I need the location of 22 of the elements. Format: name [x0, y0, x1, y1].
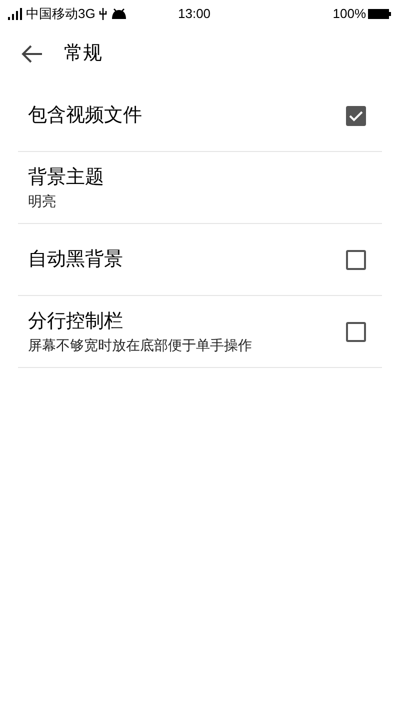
carrier-name: 中国移动3G	[26, 5, 96, 24]
signal-icon	[8, 8, 22, 20]
checkbox[interactable]	[346, 106, 366, 126]
settings-row[interactable]: 背景主题 明亮	[18, 152, 382, 224]
setting-summary: 屏幕不够宽时放在底部便于单手操作	[28, 336, 253, 354]
settings-row[interactable]: 自动黑背景	[18, 224, 382, 296]
setting-title: 包含视频文件	[28, 104, 143, 128]
page-title: 常规	[64, 42, 102, 66]
usb-icon	[99, 8, 108, 20]
clock: 13:00	[178, 5, 212, 24]
checkbox[interactable]	[346, 250, 366, 270]
setting-title: 分行控制栏	[28, 310, 124, 334]
settings-row[interactable]: 分行控制栏 屏幕不够宽时放在底部便于单手操作	[18, 296, 382, 368]
robot-icon	[111, 8, 128, 20]
setting-summary: 明亮	[28, 192, 57, 210]
setting-title: 背景主题	[28, 166, 105, 190]
settings-row[interactable]: 包含视频文件	[18, 80, 382, 152]
checkbox[interactable]	[346, 322, 366, 342]
battery-level: 100%	[332, 5, 366, 24]
battery-icon	[368, 8, 392, 20]
back-arrow-icon	[21, 44, 43, 64]
setting-title: 自动黑背景	[28, 248, 124, 272]
